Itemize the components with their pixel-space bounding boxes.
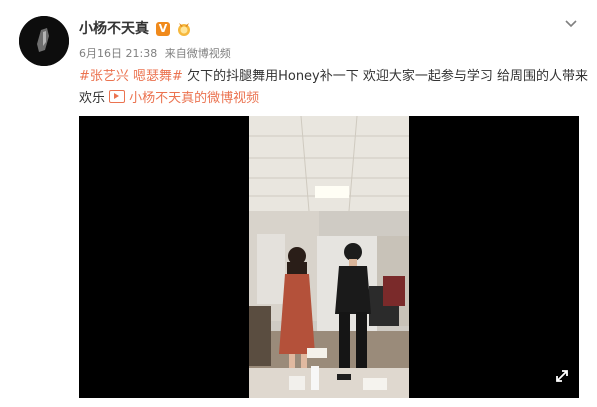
hashtag-part-2: 嗯瑟舞# <box>133 69 183 84</box>
video-link-icon <box>109 90 126 103</box>
video-frame <box>79 116 579 398</box>
hashtag-link[interactable]: #张艺兴 嗯瑟舞# <box>79 69 183 84</box>
video-link[interactable]: 小杨不天真的微博视频 <box>109 90 260 106</box>
verified-badge-icon: V <box>156 22 170 36</box>
hashtag-part-1: #张艺兴 <box>79 69 129 84</box>
avatar[interactable] <box>19 16 69 66</box>
post-meta: 6月16日 21:38 来自微博视频 <box>79 46 235 62</box>
post-source[interactable]: 微博视频 <box>187 47 231 60</box>
fullscreen-icon[interactable] <box>554 368 570 384</box>
post-date[interactable]: 6月16日 21:38 <box>79 47 157 60</box>
video-player[interactable] <box>79 116 579 398</box>
video-link-label: 小杨不天真的微博视频 <box>129 91 260 106</box>
medal-icon <box>178 23 190 36</box>
source-prefix: 来自 <box>164 47 187 60</box>
chevron-down-icon[interactable] <box>562 14 580 32</box>
post-text: #张艺兴 嗯瑟舞# 欠下的抖腿舞用Honey补一下 欢迎大家一起参与学习 给周围… <box>79 66 589 110</box>
username[interactable]: 小杨不天真 <box>79 19 149 39</box>
